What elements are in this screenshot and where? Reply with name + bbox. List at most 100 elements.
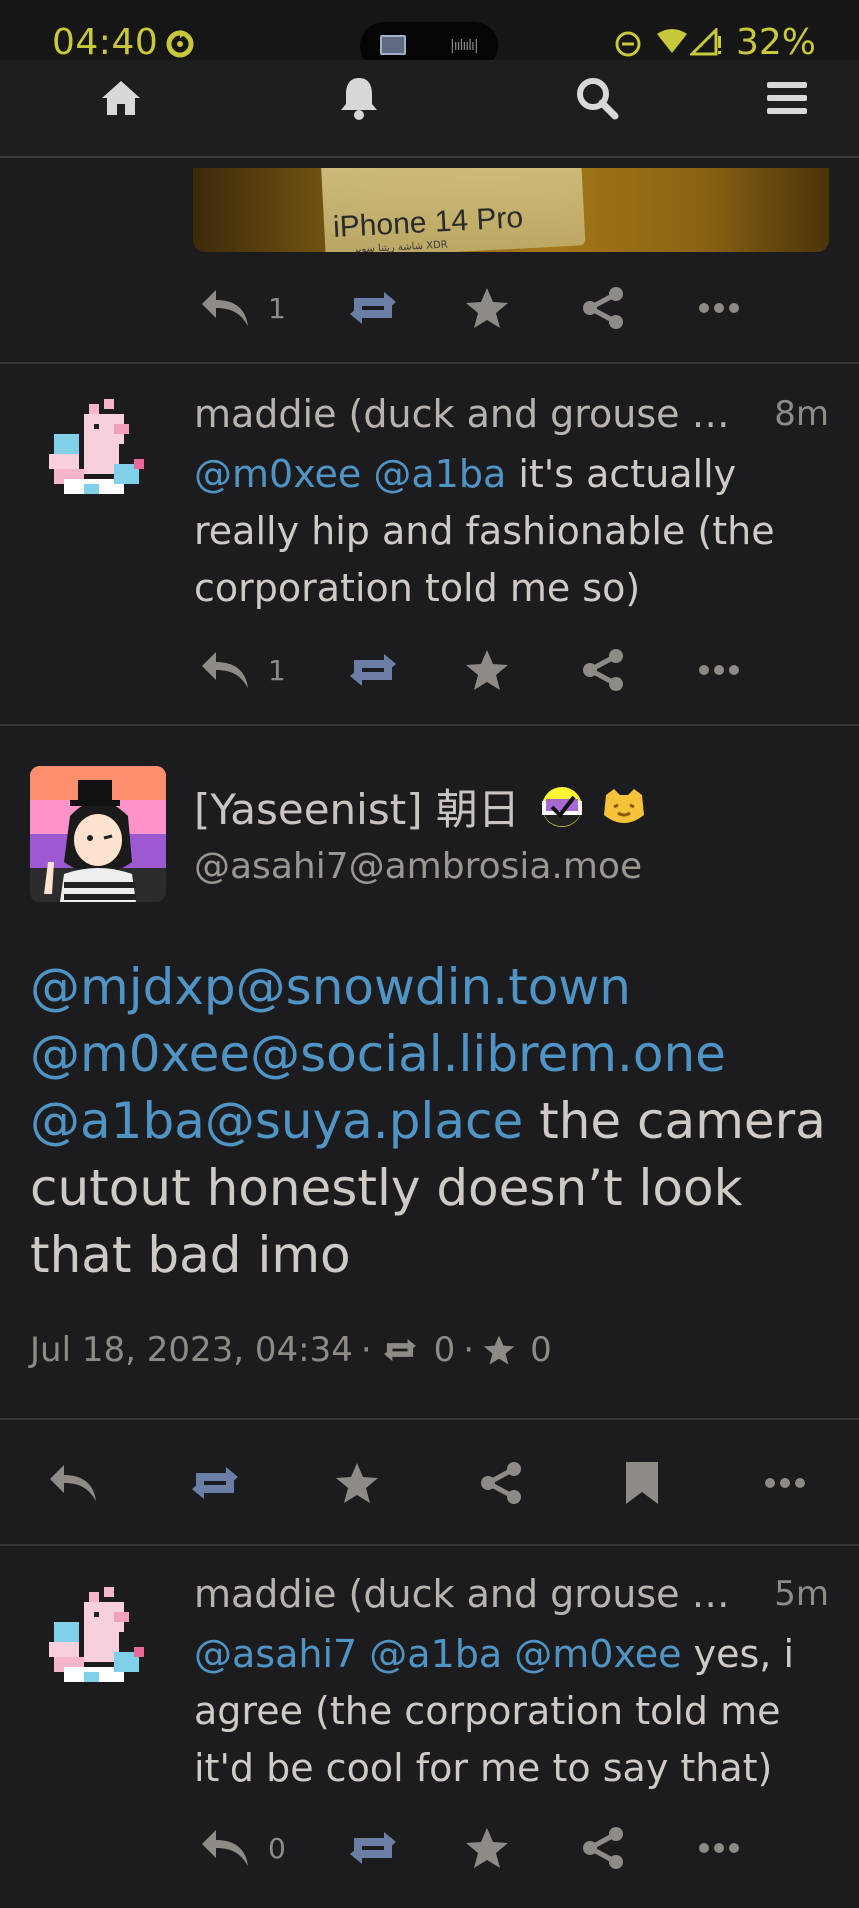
star-icon (483, 1335, 515, 1365)
post-meta: Jul 18, 2023, 04:34 · 0 · 0 (30, 1330, 552, 1370)
divider (0, 724, 859, 726)
search-button[interactable] (562, 68, 632, 128)
divider (0, 362, 859, 364)
more-icon (765, 1478, 805, 1488)
favourite-button[interactable] (464, 640, 510, 700)
star-icon (466, 1828, 508, 1868)
avatar[interactable] (30, 766, 166, 902)
wifi-icon (656, 28, 688, 58)
do-not-disturb-icon (614, 30, 642, 62)
audio-wave-icon: |ıılıılı| (450, 38, 479, 54)
star-icon (466, 288, 508, 328)
boost-icon (350, 654, 396, 686)
post-author[interactable]: maddie (duck and grouse s… (194, 392, 740, 436)
more-button[interactable] (764, 1450, 806, 1516)
bell-icon (341, 78, 377, 120)
favourite-button[interactable] (464, 1818, 510, 1878)
reply-count: 1 (268, 291, 286, 325)
boost-icon (350, 1832, 396, 1864)
reply-count: 1 (268, 653, 286, 687)
mention-link[interactable]: @asahi7 (194, 1632, 357, 1676)
share-icon (583, 1827, 623, 1869)
post-content: @mjdxp@snowdin.town @m0xee@social.librem… (30, 954, 830, 1289)
post-time[interactable]: 8m (774, 394, 829, 434)
avatar[interactable] (44, 394, 154, 504)
share-button[interactable] (580, 640, 626, 700)
post-content: @asahi7 @a1ba @m0xee yes, i agree (the c… (194, 1626, 814, 1797)
more-button[interactable] (698, 1818, 740, 1878)
media-thumbnail-icon (380, 35, 406, 55)
reply-button[interactable]: 1 (200, 278, 286, 338)
bookmark-button[interactable] (624, 1450, 660, 1516)
menu-button[interactable] (752, 68, 822, 128)
more-icon (699, 303, 739, 313)
reply-button[interactable] (48, 1450, 100, 1516)
boost-icon (192, 1467, 238, 1499)
top-nav (0, 60, 859, 158)
boost-button[interactable] (186, 1450, 244, 1516)
search-icon (577, 78, 619, 120)
share-button[interactable] (580, 1818, 626, 1878)
boost-button[interactable] (344, 278, 402, 338)
more-button[interactable] (698, 278, 740, 338)
more-icon (699, 665, 739, 675)
cat-emoji-icon (603, 788, 644, 823)
share-icon (481, 1462, 521, 1504)
reply-all-icon (202, 652, 248, 688)
post-actions: 1 (0, 278, 859, 338)
divider (0, 1544, 859, 1546)
nonbinary-check-emoji-icon (541, 786, 582, 827)
notifications-button[interactable] (324, 68, 394, 128)
favourite-count[interactable]: 0 (530, 1330, 552, 1370)
more-icon (699, 1843, 739, 1853)
reply-count: 0 (268, 1831, 286, 1865)
mention-link[interactable]: @a1ba (369, 1632, 502, 1676)
reply-button[interactable]: 0 (200, 1818, 286, 1878)
share-icon (583, 649, 623, 691)
share-icon (583, 287, 623, 329)
post-date[interactable]: Jul 18, 2023, 04:34 (30, 1330, 353, 1370)
display-name[interactable]: [Yaseenist] 朝日 (194, 776, 648, 837)
boost-icon (350, 292, 396, 324)
divider (0, 1418, 859, 1420)
more-button[interactable] (698, 640, 740, 700)
avatar[interactable] (44, 1582, 154, 1692)
post-content: @m0xee @a1ba it's actually really hip an… (194, 446, 814, 617)
boost-icon (383, 1338, 416, 1362)
reply-button[interactable]: 1 (200, 640, 286, 700)
display-name-text: [Yaseenist] 朝日 (194, 785, 520, 834)
reply-all-icon (202, 1830, 248, 1866)
favourite-button[interactable] (464, 278, 510, 338)
bookmark-icon (626, 1462, 658, 1504)
boost-count[interactable]: 0 (434, 1330, 456, 1370)
signal-icon (688, 26, 724, 60)
post-actions: 0 (0, 1818, 859, 1878)
post-actions: 1 (0, 640, 859, 700)
battery-percent: 32% (736, 22, 817, 63)
home-icon (102, 81, 140, 115)
mention-link[interactable]: @a1ba@suya.place (30, 1092, 523, 1150)
favourite-button[interactable] (334, 1450, 380, 1516)
menu-icon (767, 82, 807, 114)
sync-icon (164, 28, 196, 64)
mention-link[interactable]: @mjdxp@snowdin.town (30, 958, 631, 1016)
home-button[interactable] (86, 68, 156, 128)
focused-post-actions (0, 1450, 859, 1516)
post-author[interactable]: maddie (duck and grouse s… (194, 1572, 740, 1616)
share-button[interactable] (580, 278, 626, 338)
mention-link[interactable]: @a1ba (373, 452, 506, 496)
star-icon (466, 650, 508, 690)
reply-all-icon (50, 1465, 96, 1501)
share-button[interactable] (478, 1450, 524, 1516)
mention-link[interactable]: @m0xee@social.librem.one (30, 1025, 726, 1083)
reply-all-icon (202, 290, 248, 326)
boost-button[interactable] (344, 1818, 402, 1878)
mention-link[interactable]: @m0xee (514, 1632, 681, 1676)
star-icon (336, 1463, 378, 1503)
status-time: 04:40 (52, 22, 159, 63)
account-handle[interactable]: @asahi7@ambrosia.moe (194, 846, 642, 887)
post-image[interactable]: iPhone 14 Pro شاشة ريتنا سوبر XDR (193, 168, 829, 252)
mention-link[interactable]: @m0xee (194, 452, 361, 496)
boost-button[interactable] (344, 640, 402, 700)
post-time[interactable]: 5m (774, 1574, 829, 1614)
